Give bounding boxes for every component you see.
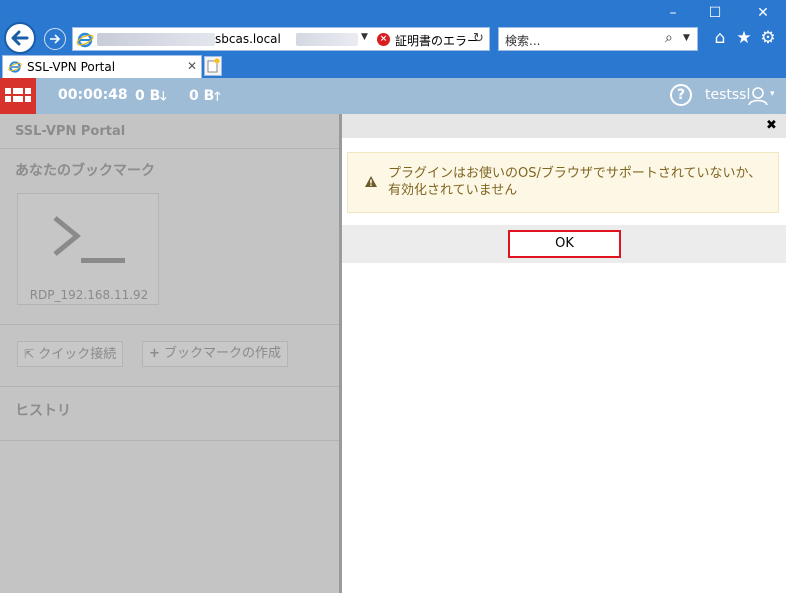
plus-icon: + [149, 346, 160, 361]
url-redacted [97, 33, 215, 46]
search-placeholder: 検索... [505, 34, 541, 48]
address-dropdown-icon[interactable]: ▼ [361, 32, 368, 42]
warning-message: プラグインはお使いのOS/ブラウザでサポートされていないか、有効化されていません [388, 166, 762, 198]
warning-alert: プラグインはお使いのOS/ブラウザでサポートされていないか、有効化されていません [347, 152, 779, 213]
portal-header: 00:00:48 0 B🡓 0 B🡑 ? testssl ▾ [0, 78, 786, 114]
ie-logo-icon [76, 32, 94, 48]
portal-sidebar: SSL-VPN Portal あなたのブックマーク RDP_192.168.11… [0, 114, 339, 593]
dialog-topbar: ✖ [342, 114, 786, 138]
user-menu-caret-icon[interactable]: ▾ [770, 89, 775, 99]
minimize-button[interactable]: – [662, 4, 684, 22]
terminal-icon [53, 216, 125, 263]
browser-titlebar: – ☐ ✕ sbcas.local ▼ × 証明書のエラー ↻ 検索... ⌕ … [0, 0, 786, 54]
home-icon[interactable]: ⌂ [710, 28, 730, 48]
bookmark-label: RDP_192.168.11.92 [29, 288, 149, 302]
quick-connect-button[interactable]: ⇱ クイック接続 [17, 341, 124, 367]
ok-button[interactable]: OK [508, 230, 621, 258]
portal-page: 00:00:48 0 B🡓 0 B🡑 ? testssl ▾ SSL-VPN P… [0, 78, 786, 593]
refresh-icon[interactable]: ↻ [473, 31, 484, 46]
help-icon[interactable]: ? [670, 84, 692, 106]
ie-logo-icon [8, 61, 22, 73]
history-heading: ヒストリ [15, 403, 71, 419]
external-link-icon: ⇱ [24, 347, 35, 361]
maximize-button[interactable]: ☐ [704, 4, 726, 22]
divider [0, 324, 339, 325]
username[interactable]: testssl [705, 87, 750, 103]
search-icon[interactable]: ⌕ [665, 30, 673, 46]
session-timer: 00:00:48 [58, 87, 128, 103]
bytes-down: 0 B🡓 [135, 88, 167, 104]
search-box[interactable]: 検索... ⌕ ▼ [498, 27, 698, 51]
tab-close-icon[interactable]: ✕ [187, 59, 197, 73]
divider [0, 440, 339, 441]
tab-label: SSL-VPN Portal [27, 60, 116, 74]
down-arrow-icon: 🡓 [160, 89, 167, 103]
tab-bar: SSL-VPN Portal ✕ [0, 54, 786, 78]
cert-error-icon[interactable]: × [377, 33, 390, 46]
up-arrow-icon: 🡑 [214, 89, 221, 103]
back-arrow-icon [11, 30, 29, 46]
bookmarks-heading: あなたのブックマーク [15, 163, 155, 179]
divider [0, 386, 339, 387]
address-bar[interactable]: sbcas.local ▼ × 証明書のエラー ↻ [72, 27, 490, 51]
back-button[interactable] [4, 22, 36, 54]
divider [0, 148, 339, 149]
new-tab-button[interactable] [204, 56, 222, 76]
url-host: sbcas.local [215, 32, 281, 46]
fortinet-logo-icon[interactable] [0, 78, 36, 114]
bookmark-rdp[interactable]: RDP_192.168.11.92 [17, 193, 159, 305]
url-path-redacted [296, 33, 358, 46]
tab-ssl-vpn-portal[interactable]: SSL-VPN Portal ✕ [2, 55, 202, 78]
search-dropdown-icon[interactable]: ▼ [683, 33, 690, 43]
warning-icon [365, 176, 377, 187]
forward-arrow-icon [50, 34, 61, 44]
cert-error-text[interactable]: 証明書のエラー [395, 32, 479, 49]
new-tab-icon [207, 58, 220, 73]
settings-gear-icon[interactable]: ⚙ [758, 28, 778, 48]
dialog-footer: OK [342, 225, 786, 263]
close-window-button[interactable]: ✕ [752, 4, 774, 22]
plugin-dialog: ✖ プラグインはお使いのOS/ブラウザでサポートされていないか、有効化されていま… [339, 114, 786, 593]
bytes-up: 0 B🡑 [189, 88, 221, 104]
favorites-star-icon[interactable]: ★ [734, 28, 754, 48]
create-bookmark-button[interactable]: + ブックマークの作成 [142, 341, 289, 367]
close-icon[interactable]: ✖ [766, 118, 777, 133]
user-icon[interactable] [748, 86, 768, 106]
portal-title: SSL-VPN Portal [15, 124, 126, 139]
forward-button[interactable] [44, 28, 66, 50]
